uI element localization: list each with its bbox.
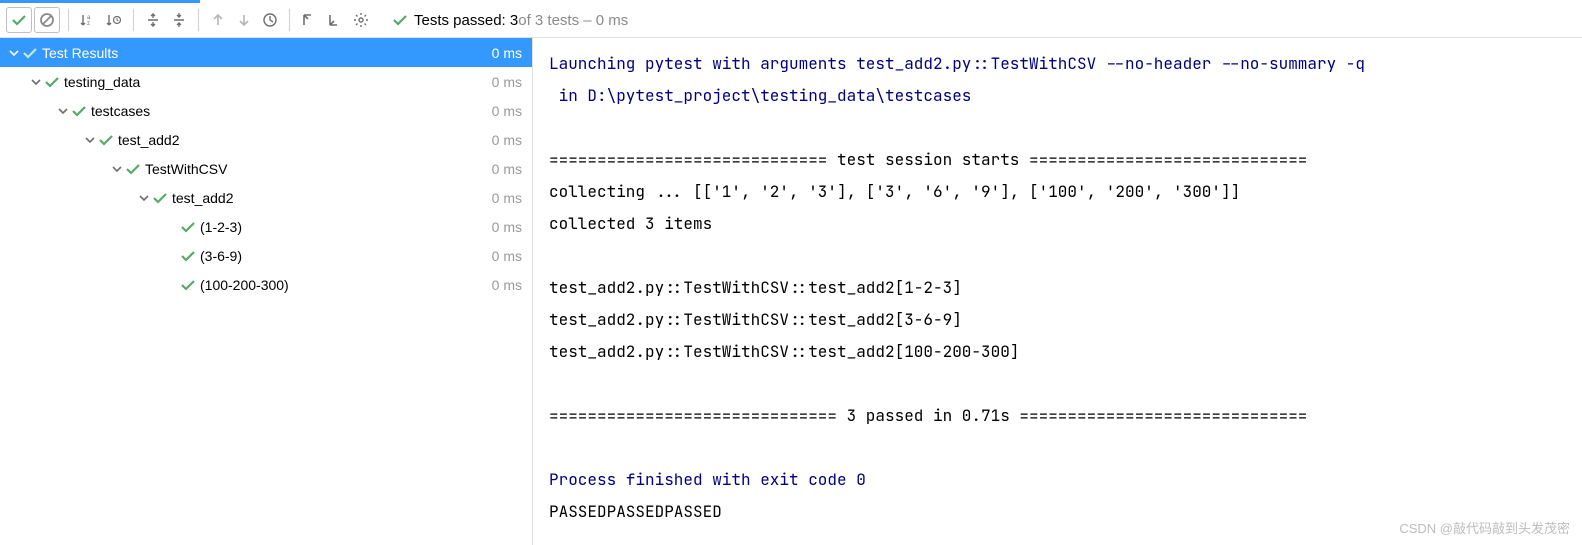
console-output[interactable]: Launching pytest with arguments test_add… xyxy=(533,38,1582,545)
tree-node-duration: 0 ms xyxy=(492,45,522,61)
chevron-down-icon[interactable] xyxy=(28,76,44,88)
tree-node-duration: 0 ms xyxy=(492,219,522,235)
next-failed-icon[interactable] xyxy=(231,7,257,33)
tree-node-duration: 0 ms xyxy=(492,277,522,293)
chevron-down-icon[interactable] xyxy=(6,47,22,59)
tree-node-label: (1-2-3) xyxy=(196,219,492,235)
tree-node-label: testing_data xyxy=(60,74,492,90)
tree-node-label: test_add2 xyxy=(168,190,492,206)
sort-duration-icon[interactable] xyxy=(101,7,127,33)
check-icon xyxy=(44,74,60,90)
tree-node[interactable]: test_add2 0 ms xyxy=(0,125,532,154)
tree-node-label: testcases xyxy=(87,103,492,119)
tree-node-duration: 0 ms xyxy=(492,103,522,119)
test-history-icon[interactable] xyxy=(257,7,283,33)
show-passed-icon[interactable] xyxy=(6,7,32,33)
show-ignored-icon[interactable] xyxy=(34,7,60,33)
chevron-down-icon[interactable] xyxy=(55,105,71,117)
chevron-down-icon[interactable] xyxy=(136,192,152,204)
tree-node-duration: 0 ms xyxy=(492,248,522,264)
chevron-down-icon[interactable] xyxy=(109,163,125,175)
test-toolbar: az Tests passed: 3 of 3 tests – 0 ms xyxy=(0,3,1582,38)
tree-node[interactable]: testcases 0 ms xyxy=(0,96,532,125)
check-icon xyxy=(125,161,141,177)
status-rest: of 3 tests – 0 ms xyxy=(518,12,628,29)
import-tests-icon[interactable] xyxy=(296,7,322,33)
settings-icon[interactable] xyxy=(348,7,374,33)
tree-node[interactable]: test_add2 0 ms xyxy=(0,183,532,212)
tree-node-label: test_add2 xyxy=(114,132,492,148)
tree-leaf[interactable]: (3-6-9) 0 ms xyxy=(0,241,532,270)
tree-header[interactable]: Test Results 0 ms xyxy=(0,38,532,67)
sort-alpha-icon[interactable]: az xyxy=(75,7,101,33)
tree-node-label: TestWithCSV xyxy=(141,161,492,177)
export-tests-icon[interactable] xyxy=(322,7,348,33)
tree-node-duration: 0 ms xyxy=(492,161,522,177)
svg-text:z: z xyxy=(87,21,90,27)
check-icon xyxy=(180,248,196,264)
prev-failed-icon[interactable] xyxy=(205,7,231,33)
check-icon xyxy=(22,45,38,61)
check-icon xyxy=(152,190,168,206)
check-icon xyxy=(392,12,408,28)
check-icon xyxy=(180,219,196,235)
tree-node-duration: 0 ms xyxy=(492,190,522,206)
tree-leaf[interactable]: (100-200-300) 0 ms xyxy=(0,270,532,299)
check-icon xyxy=(71,103,87,119)
tree-node[interactable]: testing_data 0 ms xyxy=(0,67,532,96)
status-count: 3 xyxy=(510,12,518,29)
tree-node-label: Test Results xyxy=(38,45,492,61)
chevron-down-icon[interactable] xyxy=(82,134,98,146)
tree-node-duration: 0 ms xyxy=(492,74,522,90)
test-status: Tests passed: 3 of 3 tests – 0 ms xyxy=(392,12,628,29)
test-tree: Test Results 0 ms testing_data 0 ms test… xyxy=(0,38,533,545)
tree-node-duration: 0 ms xyxy=(492,132,522,148)
tree-node[interactable]: TestWithCSV 0 ms xyxy=(0,154,532,183)
check-icon xyxy=(180,277,196,293)
check-icon xyxy=(98,132,114,148)
watermark: CSDN @敲代码敲到头发茂密 xyxy=(1399,518,1570,537)
tree-node-label: (100-200-300) xyxy=(196,277,492,293)
tree-leaf[interactable]: (1-2-3) 0 ms xyxy=(0,212,532,241)
status-label: Tests passed: xyxy=(414,12,506,29)
tree-node-label: (3-6-9) xyxy=(196,248,492,264)
collapse-all-icon[interactable] xyxy=(166,7,192,33)
expand-all-icon[interactable] xyxy=(140,7,166,33)
